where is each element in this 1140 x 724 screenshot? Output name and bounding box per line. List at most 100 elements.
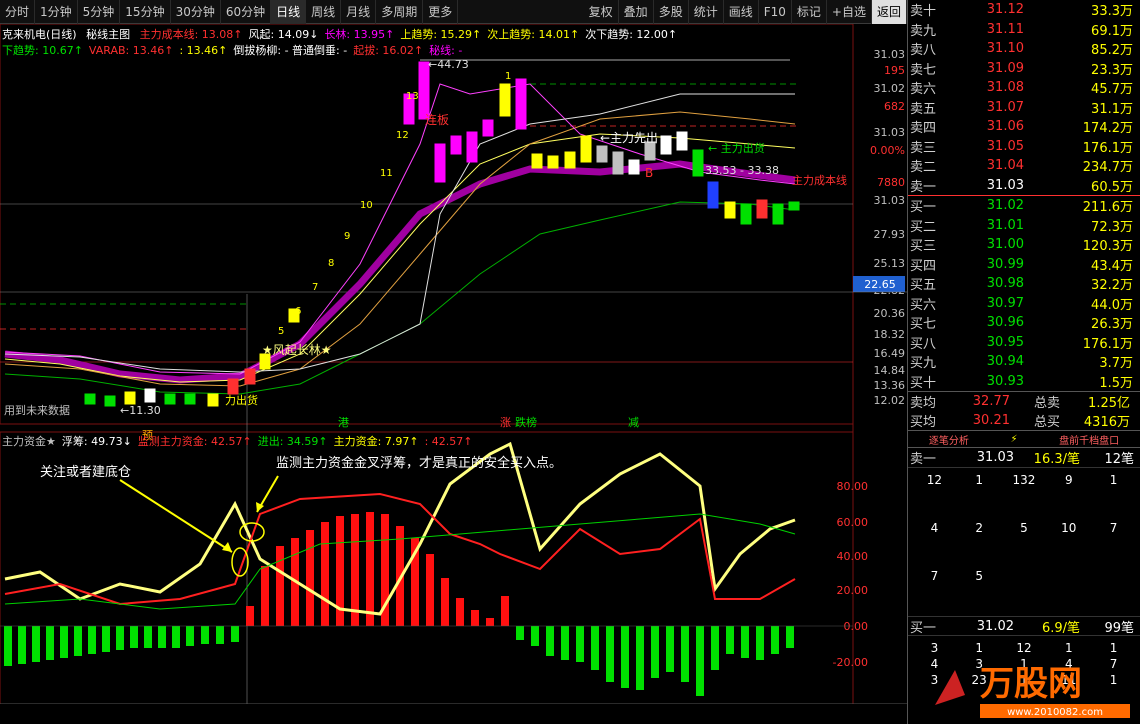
tool-button-4[interactable]: 画线 <box>724 0 759 24</box>
period-toolbar: 分时 1分钟 5分钟 15分钟 30分钟 60分钟 日线 周线 月线 多周期 更多 复权 叠加 多股 统计画… <box>0 0 907 24</box>
sub-bar-green <box>74 626 82 656</box>
lv2-buy1-label: 买一 <box>910 620 937 636</box>
sub-bar-red <box>426 554 434 626</box>
sell-queue-qty: 5 <box>975 569 984 583</box>
legend-a-3: 上趋势: 15.29↑ <box>400 28 482 41</box>
tool-button-3[interactable]: 统计 <box>689 0 724 24</box>
period-tab-0[interactable]: 分时 <box>0 0 36 24</box>
indicator-name[interactable]: 秘线主图 <box>86 28 130 41</box>
lightning-icon[interactable]: ⚡ <box>1010 434 1017 445</box>
tool-button-8[interactable]: 返回 <box>871 0 907 24</box>
bid-row[interactable]: 买八 30.95 176.1万 <box>908 333 1140 353</box>
ask-row[interactable]: 卖六 31.08 45.7万 <box>908 78 1140 98</box>
sub-bar-red <box>501 596 509 626</box>
period-tab-3[interactable]: 15分钟 <box>120 0 171 24</box>
ask-row[interactable]: 卖三 31.05 176.1万 <box>908 137 1140 157</box>
ask-row[interactable]: 卖八 31.10 85.2万 <box>908 39 1140 59</box>
tool-button-2[interactable]: 多股 <box>654 0 689 24</box>
price-axis-label: 25.13 <box>874 257 906 270</box>
sub-bar-red <box>471 610 479 626</box>
ask-label: 卖七 <box>910 62 937 78</box>
legend-a-1: 风起: 14.09↓ <box>248 28 319 41</box>
wave-number-label: 12 <box>396 130 409 141</box>
sub-legend-item-4: 主力资金: 7.97↑ <box>333 435 419 448</box>
tool-button-0[interactable]: 复权 <box>584 0 619 24</box>
candle <box>772 203 784 225</box>
ask-row[interactable]: 卖四 31.06 174.2万 <box>908 117 1140 137</box>
sub-bar-green <box>144 626 152 648</box>
jian-label: 减 <box>628 416 639 429</box>
bid-row[interactable]: 买十 30.93 1.5万 <box>908 372 1140 392</box>
candle <box>104 395 116 407</box>
period-tab-2[interactable]: 5分钟 <box>78 0 121 24</box>
sub-legend-item-3: 进出: 34.59↑ <box>257 435 328 448</box>
period-tab-4[interactable]: 30分钟 <box>171 0 221 24</box>
ask-row[interactable]: 卖九 31.11 69.1万 <box>908 20 1140 40</box>
bid-row[interactable]: 买三 31.00 120.3万 <box>908 235 1140 255</box>
bid-volume: 176.1万 <box>1082 336 1133 352</box>
ask-volume: 45.7万 <box>1091 82 1133 98</box>
period-tab-9[interactable]: 多周期 <box>376 0 424 24</box>
annotation-left: 关注或者建底仓 <box>40 464 131 480</box>
sell-queue-qty: 1 <box>975 473 984 487</box>
tool-button-1[interactable]: 叠加 <box>619 0 654 24</box>
sub-bar-green <box>711 626 719 670</box>
ask-price: 31.11 <box>986 21 1024 37</box>
wave-number-label: 10 <box>360 200 373 211</box>
candle <box>184 393 196 405</box>
sub-bar-green <box>591 626 599 670</box>
ask-row[interactable]: 卖十 31.12 33.3万 <box>908 0 1140 20</box>
bid-row[interactable]: 买二 31.01 72.3万 <box>908 216 1140 236</box>
period-tab-6[interactable]: 日线 <box>271 0 307 24</box>
legend-b-2: : 13.46↑ <box>179 44 228 57</box>
sub-bar-red <box>321 522 329 626</box>
stock-name[interactable]: 克来机电(日线) <box>2 28 77 41</box>
ma-orange <box>4 111 796 387</box>
avg-ask-label: 卖均 <box>910 395 937 411</box>
bid-row[interactable]: 买七 30.96 26.3万 <box>908 313 1140 333</box>
bid-row[interactable]: 买九 30.94 3.7万 <box>908 352 1140 372</box>
candle <box>756 199 768 219</box>
sub-bar-green <box>681 626 689 682</box>
bid-row[interactable]: 买一 31.02 211.6万 <box>908 196 1140 216</box>
ma-thick-purple <box>4 160 796 384</box>
candle <box>515 78 527 130</box>
sub-axis-label: -20.00 <box>833 656 868 669</box>
period-tab-10[interactable]: 更多 <box>423 0 459 24</box>
price-axis-label: 31.03 <box>874 194 906 207</box>
chuhuo-left-label: 力出货 <box>225 393 258 407</box>
candle <box>244 368 256 385</box>
wave-number-label: 5 <box>278 326 284 337</box>
ask-label: 卖十 <box>910 4 937 20</box>
sub-bar-green <box>201 626 209 644</box>
ask-row[interactable]: 卖一 31.03 60.5万 <box>908 176 1140 196</box>
tool-button-7[interactable]: +自选 <box>827 0 872 24</box>
legend-b-1: VARAB: 13.46↑ <box>88 44 174 57</box>
bid-row[interactable]: 买四 30.99 43.4万 <box>908 255 1140 275</box>
bid-row[interactable]: 买六 30.97 44.0万 <box>908 294 1140 314</box>
kline-chart[interactable]: 31.0319531.0268231.030.00%788031.0327.93… <box>0 24 907 704</box>
avg-ask-row: 卖均 32.77 总卖 1.25亿 <box>908 391 1140 411</box>
sub-bar-green <box>546 626 554 656</box>
ask-row[interactable]: 卖二 31.04 234.7万 <box>908 156 1140 176</box>
ask-row[interactable]: 卖五 31.07 31.1万 <box>908 98 1140 118</box>
bid-label: 买六 <box>910 297 937 313</box>
bid-volume: 32.2万 <box>1091 278 1133 294</box>
bid-label: 买四 <box>910 258 937 274</box>
die-label: 跌榜 <box>515 415 537 429</box>
period-tab-1[interactable]: 1分钟 <box>35 0 78 24</box>
bid-row[interactable]: 买五 30.98 32.2万 <box>908 274 1140 294</box>
sub-legend-item-0: 主力资金★ <box>2 435 56 448</box>
tool-button-6[interactable]: 标记 <box>792 0 827 24</box>
tab-premarket-depth[interactable]: 盘前千档盘口 <box>1059 432 1119 447</box>
ask-row[interactable]: 卖七 31.09 23.3万 <box>908 59 1140 79</box>
sub-bar-green <box>621 626 629 688</box>
period-tab-7[interactable]: 周线 <box>306 0 342 24</box>
bid-volume: 44.0万 <box>1091 297 1133 313</box>
tool-button-5[interactable]: F10 <box>759 0 792 24</box>
orderbook-panel: 卖十 31.12 33.3万 卖九 31.11 69.1万 卖八 31.10 85.2万 卖七 31… <box>907 0 1140 724</box>
tab-tick-analysis[interactable]: 逐笔分析 <box>929 432 969 447</box>
lv2-buy1-price: 31.02 <box>976 618 1014 634</box>
period-tab-5[interactable]: 60分钟 <box>221 0 272 24</box>
period-tab-8[interactable]: 月线 <box>341 0 377 24</box>
